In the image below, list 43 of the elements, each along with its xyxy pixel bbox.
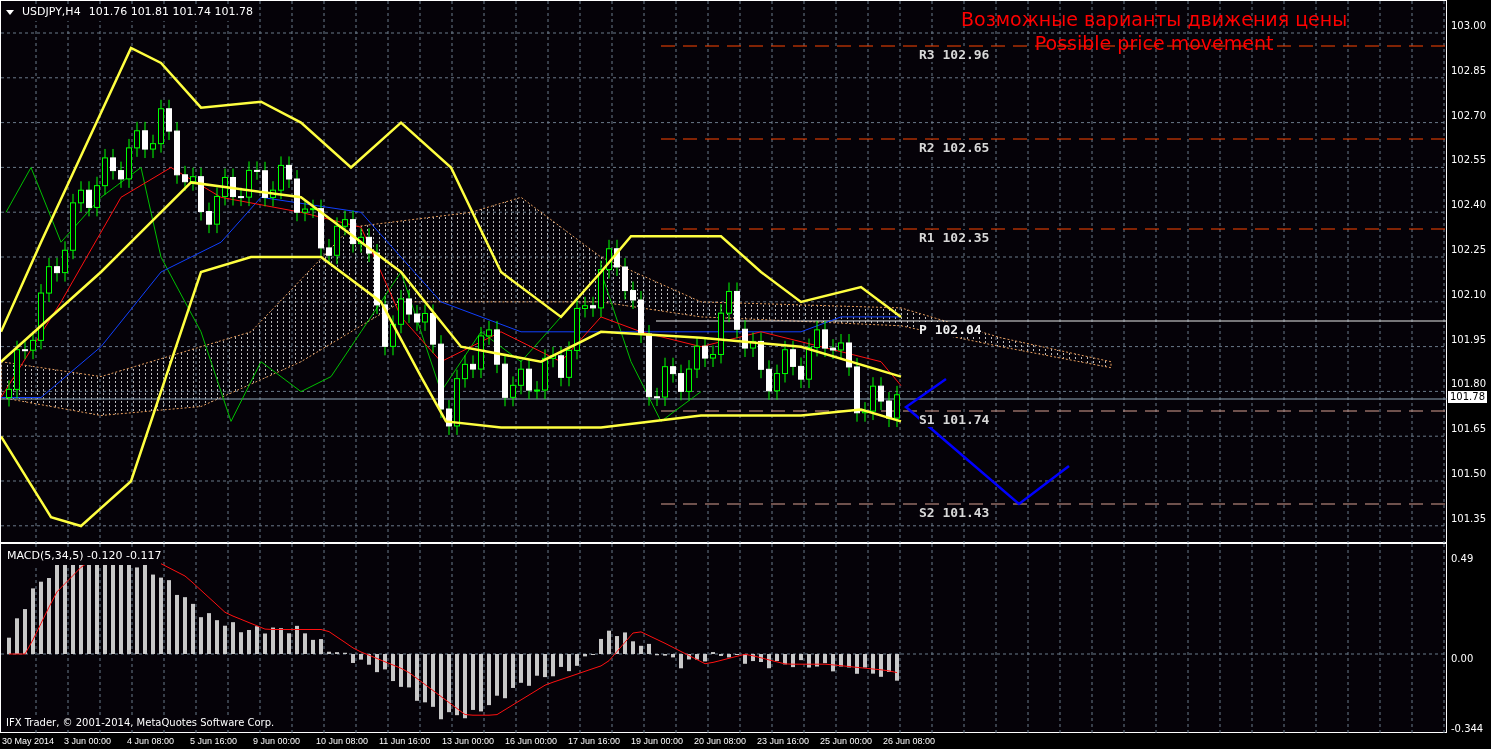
time-axis-label: 30 May 2014 — [2, 735, 56, 748]
time-axis-label: 25 Jun 00:00 — [820, 735, 874, 748]
price-axis-label: 102.25 — [1451, 244, 1486, 256]
time-axis-label: 23 Jun 16:00 — [757, 735, 811, 748]
price-axis-label: 102.85 — [1451, 64, 1486, 77]
time-axis-label: 4 Jun 08:00 — [127, 735, 176, 748]
time-axis-label: 17 Jun 16:00 — [568, 735, 622, 748]
price-axis-label: 101.50 — [1451, 468, 1486, 480]
price-axis-label: 101.80 — [1451, 378, 1486, 391]
price-axis-label: 102.10 — [1451, 288, 1486, 301]
price-axis-label: 101.95 — [1451, 333, 1486, 346]
time-axis-label: 3 Jun 00:00 — [64, 735, 113, 748]
time-axis-label: 11 Jun 16:00 — [379, 735, 432, 748]
price-axis-label: 102.70 — [1451, 109, 1486, 122]
price-axis-label: 101.35 — [1451, 512, 1486, 525]
current-price-tag: 101.78 — [1448, 391, 1487, 403]
time-axis-label: 16 Jun 00:00 — [505, 735, 559, 748]
time-axis-label: 26 Jun 08:00 — [883, 735, 937, 748]
price-axis-label: 103.00 — [1451, 20, 1486, 32]
annotation-subtitle: Possible price movement — [1034, 31, 1274, 55]
pivot-level-label: R1 102.35 — [919, 230, 990, 245]
time-axis-label: 20 Jun 08:00 — [694, 735, 748, 748]
copyright-text: IFX Trader, © 2001-2014, MetaQuotes Software Corp. — [6, 715, 275, 730]
macd-axis-label: 0.00 — [1451, 653, 1474, 665]
ohlc-values: 101.76 101.81 101.74 101.78 — [88, 4, 254, 20]
time-axis-label: 13 Jun 00:00 — [442, 735, 496, 748]
time-axis-label: 10 Jun 08:00 — [316, 735, 370, 748]
pivot-level-label: S2 101.43 — [919, 505, 990, 520]
price-axis-label: 102.55 — [1451, 154, 1486, 167]
time-axis-label: 9 Jun 00:00 — [253, 735, 302, 748]
annotation-title: Возможные варианты движения цены — [961, 7, 1348, 31]
time-axis-label: 19 Jun 00:00 — [631, 735, 685, 748]
macd-axis-label: -0.344 — [1451, 723, 1484, 735]
pivot-level-label: R3 102.96 — [919, 47, 990, 62]
pivot-level-label: S1 101.74 — [919, 412, 990, 427]
macd-axis-label: 0.49 — [1451, 553, 1474, 565]
macd-label: MACD(5,34,5) -0.120 -0.117 — [7, 548, 162, 565]
pivot-level-label: R2 102.65 — [919, 140, 990, 155]
price-axis-label: 101.65 — [1451, 423, 1486, 436]
time-axis-label: 5 Jun 16:00 — [190, 735, 239, 748]
price-axis-label: 102.40 — [1451, 199, 1486, 212]
pivot-level-label: P 102.04 — [919, 322, 982, 337]
symbol-label: USDJPY,H4 — [22, 4, 81, 20]
